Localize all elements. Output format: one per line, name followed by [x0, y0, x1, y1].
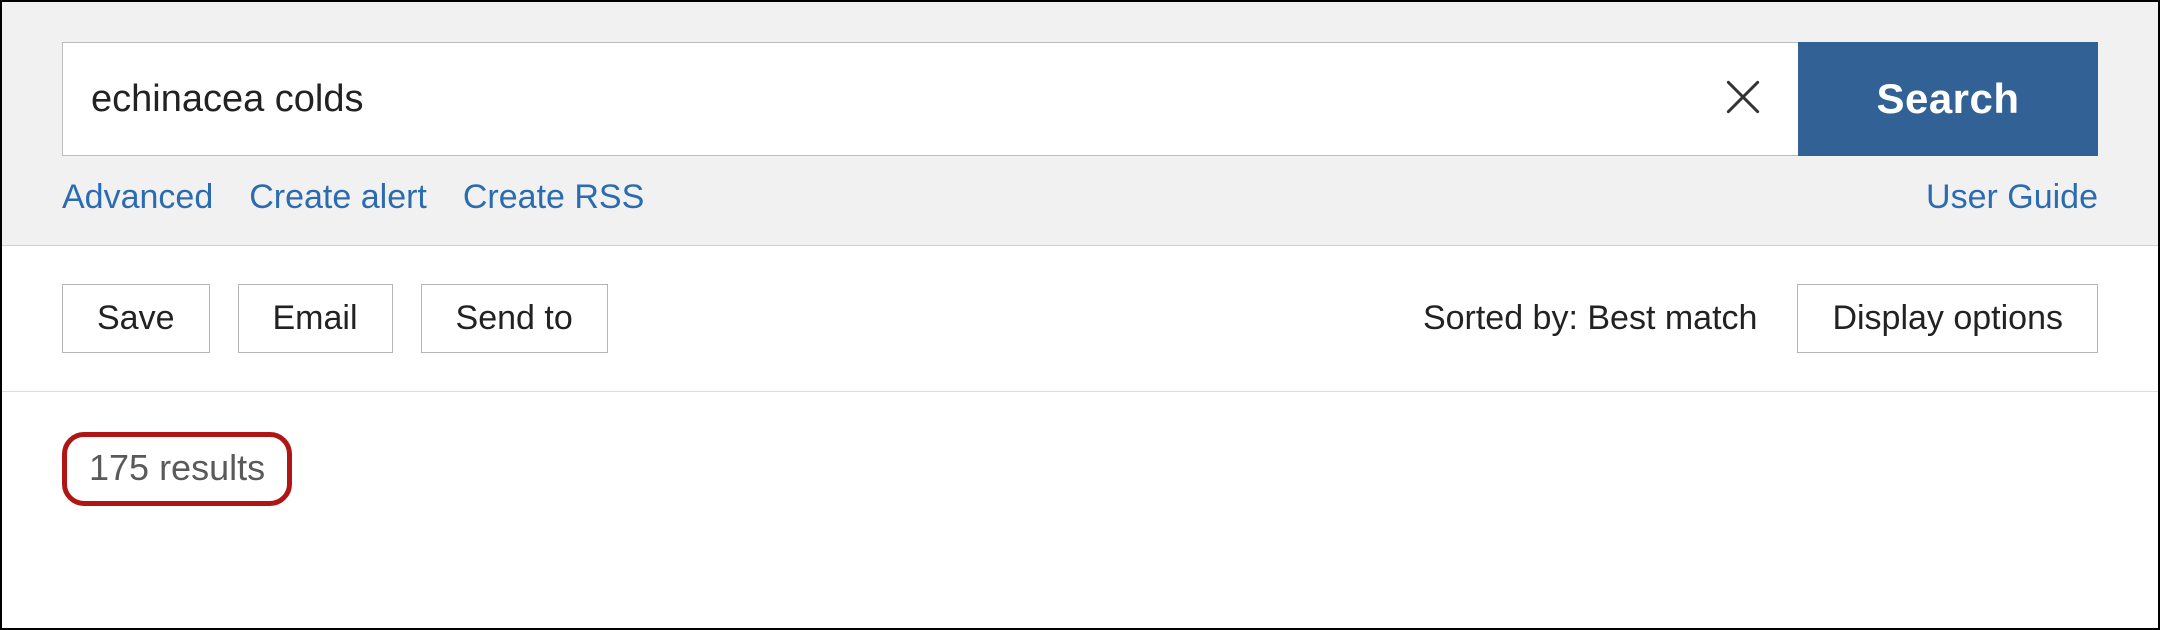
sort-value: Best match	[1587, 299, 1757, 337]
sort-indicator[interactable]: Sorted by: Best match	[1423, 299, 1758, 338]
email-button[interactable]: Email	[238, 284, 393, 353]
sort-label: Sorted by:	[1423, 299, 1587, 337]
results-count: 175 results	[62, 432, 292, 506]
display-options-button[interactable]: Display options	[1797, 284, 2098, 353]
save-button[interactable]: Save	[62, 284, 210, 353]
results-region: 175 results	[2, 392, 2158, 546]
send-to-button[interactable]: Send to	[421, 284, 608, 353]
search-button[interactable]: Search	[1798, 42, 2098, 156]
results-toolbar: Save Email Send to Sorted by: Best match…	[2, 246, 2158, 392]
search-bar: Search	[62, 42, 2098, 156]
close-icon	[1721, 75, 1765, 124]
create-rss-link[interactable]: Create RSS	[463, 178, 644, 217]
create-alert-link[interactable]: Create alert	[249, 178, 427, 217]
search-subnav: Advanced Create alert Create RSS User Gu…	[62, 178, 2098, 217]
search-region: Search Advanced Create alert Create RSS …	[2, 2, 2158, 246]
advanced-link[interactable]: Advanced	[62, 178, 213, 217]
search-input[interactable]	[62, 42, 1688, 156]
clear-search-button[interactable]	[1688, 42, 1798, 156]
user-guide-link[interactable]: User Guide	[1926, 178, 2098, 216]
app-frame: Search Advanced Create alert Create RSS …	[0, 0, 2160, 630]
